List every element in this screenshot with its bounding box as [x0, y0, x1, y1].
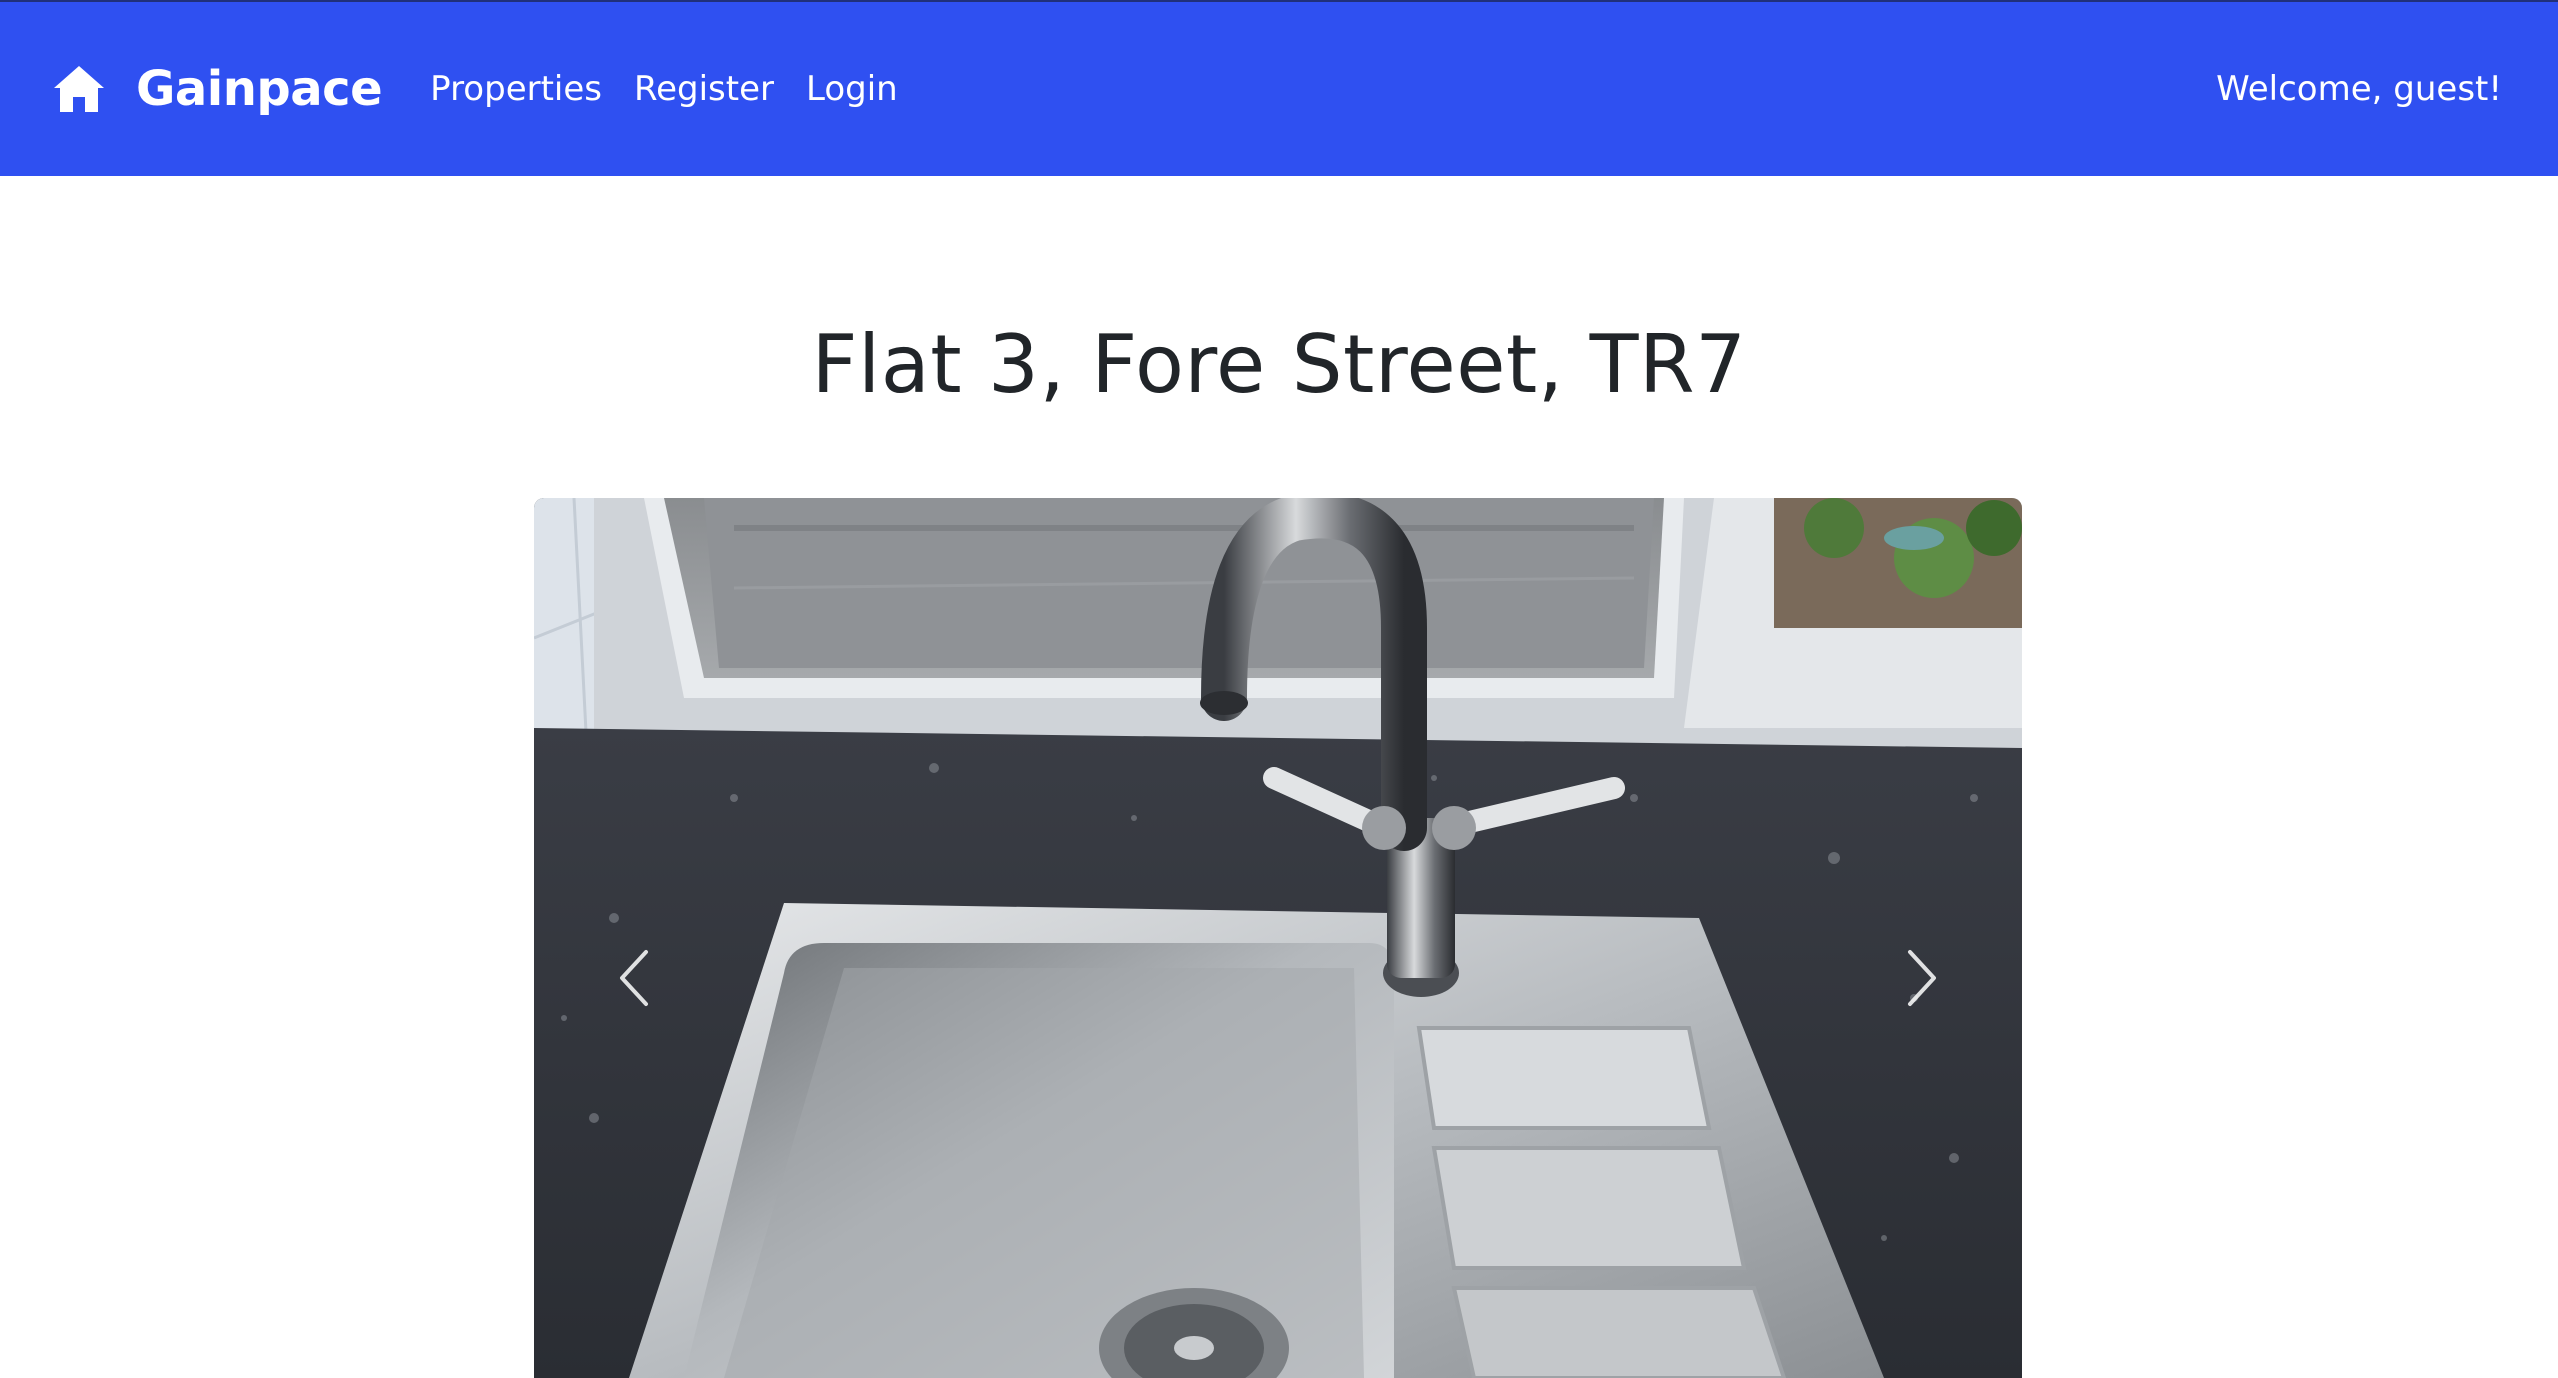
nav-links: Properties Register Login	[430, 69, 930, 109]
property-photo	[534, 498, 2022, 1378]
brand-link[interactable]: Gainpace	[52, 61, 383, 117]
welcome-text: Welcome, guest!	[2216, 69, 2502, 109]
top-navbar: Gainpace Properties Register Login Welco…	[0, 0, 2558, 176]
chevron-right-icon	[1908, 950, 1936, 1006]
brand-name: Gainpace	[136, 61, 383, 117]
image-carousel	[534, 498, 2022, 1378]
nav-link-properties[interactable]: Properties	[430, 69, 602, 109]
chevron-left-icon	[620, 950, 648, 1006]
page-title: Flat 3, Fore Street, TR7	[811, 318, 1747, 411]
nav-link-login[interactable]: Login	[806, 69, 898, 109]
carousel-prev-button[interactable]	[534, 878, 734, 1078]
carousel-next-button[interactable]	[1822, 878, 2022, 1078]
home-icon	[54, 66, 104, 112]
nav-link-register[interactable]: Register	[634, 69, 774, 109]
